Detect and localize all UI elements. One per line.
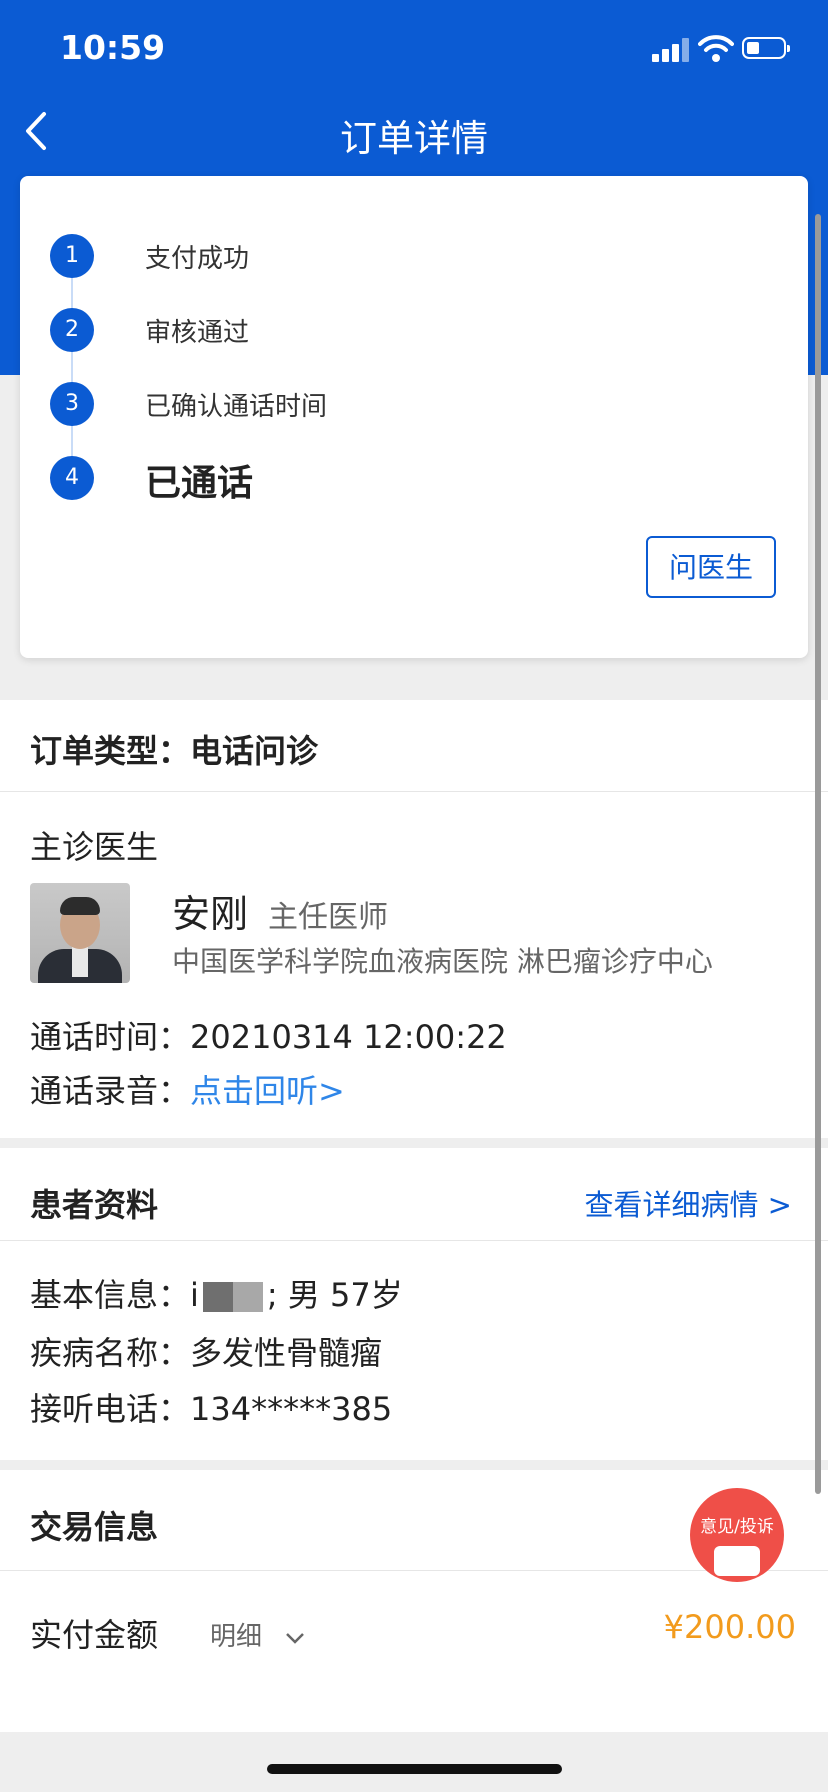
scrollbar[interactable]	[815, 214, 821, 1494]
disease-value: 多发性骨髓瘤	[190, 1334, 383, 1372]
basic-info-label: 基本信息：	[30, 1276, 191, 1314]
basic-info-value: ; 男 57岁	[266, 1276, 403, 1314]
patient-info-section: 患者资料 查看详细病情 > 基本信息：i; 男 57岁 疾病名称：多发性骨髓瘤 …	[0, 1148, 828, 1460]
order-type-row: 订单类型：电话问诊	[30, 726, 318, 772]
doctor-title: 主任医师	[268, 900, 388, 935]
feedback-complaint-button[interactable]: 意见/投诉	[690, 1488, 784, 1582]
phone-value: 134*****385	[190, 1390, 393, 1428]
ask-doctor-button[interactable]: 问医生	[646, 536, 776, 598]
step-label: 审核通过	[145, 318, 250, 348]
detail-label: 明细	[210, 1622, 263, 1652]
basic-info-row: 基本信息：i ; 男 57岁	[30, 1270, 403, 1316]
call-time-row: 通话时间：20210314 12:00:22	[30, 1012, 507, 1058]
attending-doctor-label: 主诊医生	[30, 828, 159, 866]
doctor-name: 安刚	[172, 892, 249, 936]
progress-line	[71, 256, 73, 476]
detail-toggle[interactable]: 明细	[210, 1616, 306, 1653]
chevron-down-icon	[286, 1632, 305, 1644]
step-label: 已通话	[145, 463, 254, 504]
step-number: 1	[50, 234, 94, 278]
doctor-hospital: 中国医学科学院血液病医院 淋巴瘤诊疗中心	[172, 945, 713, 978]
step-label: 支付成功	[145, 244, 250, 274]
feedback-icon	[714, 1546, 760, 1576]
call-recording-row: 通话录音：点击回听>	[30, 1066, 345, 1112]
status-bar: 10:59	[0, 0, 828, 96]
phone-label: 接听电话：	[30, 1390, 191, 1428]
step-number: 4	[50, 456, 94, 500]
page-title: 订单详情	[340, 117, 488, 160]
cellular-signal-icon	[652, 38, 692, 62]
wifi-icon	[698, 35, 734, 62]
divider	[0, 791, 828, 792]
step-label: 已确认通话时间	[145, 392, 328, 422]
divider	[0, 1240, 828, 1241]
paid-amount-label: 实付金额	[30, 1616, 159, 1654]
basic-info-name-start: i	[190, 1276, 199, 1314]
payment-bar: 实付金额 明细 ¥200.00	[0, 1570, 828, 1732]
view-detail-link[interactable]: 查看详细病情 >	[584, 1182, 792, 1224]
redacted-name	[202, 1282, 263, 1312]
order-type-value: 电话问诊	[190, 732, 319, 770]
disease-label: 疾病名称：	[30, 1334, 191, 1372]
order-type-label: 订单类型：	[30, 732, 191, 770]
order-progress-card: 1 支付成功 2 审核通过 3 已确认通话时间 4 已通话 问医生	[20, 176, 808, 658]
paid-amount-value: ¥200.00	[663, 1608, 796, 1646]
step-number: 3	[50, 382, 94, 426]
battery-icon	[742, 37, 790, 59]
step-number: 2	[50, 308, 94, 352]
call-time-value: 20210314 12:00:22	[190, 1018, 507, 1056]
phone-row: 接听电话：134*****385	[30, 1384, 392, 1430]
replay-recording-link[interactable]: 点击回听>	[190, 1072, 345, 1110]
divider	[0, 1570, 828, 1571]
trade-section-title: 交易信息	[30, 1508, 159, 1546]
call-recording-label: 通话录音：	[30, 1072, 191, 1110]
patient-section-title: 患者资料	[30, 1186, 159, 1224]
status-time: 10:59	[60, 28, 166, 67]
nav-bar: 订单详情	[0, 96, 828, 168]
disease-row: 疾病名称：多发性骨髓瘤	[30, 1328, 382, 1374]
home-indicator[interactable]	[267, 1764, 562, 1774]
call-time-label: 通话时间：	[30, 1018, 191, 1056]
feedback-label: 意见/投诉	[700, 1517, 774, 1537]
doctor-avatar	[30, 883, 130, 983]
